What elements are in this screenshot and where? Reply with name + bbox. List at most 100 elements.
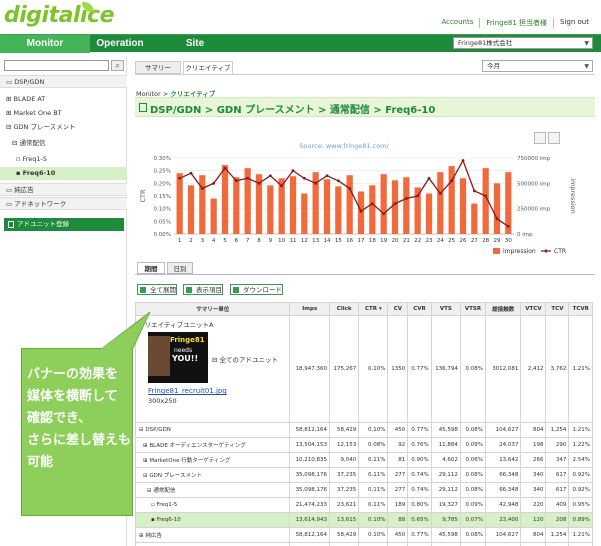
column-header[interactable]: TCV bbox=[545, 302, 570, 316]
callout-line: 確認でき、 bbox=[27, 411, 92, 426]
y-tick-label: 0.15% bbox=[154, 194, 171, 200]
table-cell: 23,400 bbox=[484, 512, 522, 528]
accounts-link[interactable]: Accounts bbox=[435, 18, 479, 28]
column-header[interactable]: CV bbox=[387, 302, 409, 316]
ctr-point bbox=[484, 194, 488, 198]
table-row[interactable]: ⊞ アドネットワーク58,812,16458,4290.10%4500.77%4… bbox=[134, 542, 593, 546]
x-tick-label: 26 bbox=[460, 238, 467, 244]
table-cell: 0.06% bbox=[459, 452, 486, 468]
table-row[interactable]: ⊞ MarketOne 行動ターゲティング 10,210,835 9,040 0.11… bbox=[134, 452, 593, 468]
column-header[interactable]: CVR bbox=[407, 302, 432, 316]
x-tick-label: 10 bbox=[278, 238, 285, 244]
company-select[interactable]: Fringe81株式会社 ▼ bbox=[453, 37, 593, 49]
table-cell: 804 bbox=[520, 527, 547, 543]
subtab-daily[interactable]: 日別 bbox=[167, 262, 193, 274]
subtab-period[interactable]: 期間 bbox=[137, 262, 165, 274]
user-link[interactable]: Fringe81 担当者様 bbox=[479, 18, 553, 28]
ctr-point bbox=[325, 174, 329, 178]
column-header[interactable]: VTSR bbox=[459, 302, 486, 316]
ctr-point bbox=[472, 189, 476, 193]
columns-button[interactable]: 表示項目 bbox=[183, 284, 223, 295]
impression-bar bbox=[471, 203, 478, 234]
banner-thumbnail[interactable]: Fringe81 needs YOU!! bbox=[148, 332, 208, 383]
table-cell: 0.10% bbox=[358, 422, 389, 438]
nav-tab-site[interactable]: Site bbox=[150, 35, 240, 53]
column-header[interactable]: Click bbox=[329, 302, 360, 316]
table-cell: 3012,081 bbox=[484, 315, 522, 423]
y-tick-label: 0.00% bbox=[154, 232, 171, 238]
tab-summary[interactable]: サマリー bbox=[135, 61, 181, 74]
table-cell: 0.08% bbox=[459, 527, 486, 543]
table-cell: 0.09% bbox=[459, 437, 486, 453]
table-row[interactable]: ⊟ GDN プレースメント 35,098,176 37,235 0.11% 277 0.7… bbox=[134, 467, 593, 483]
x-tick-label: 6 bbox=[235, 238, 239, 244]
table-cell: 42,948 bbox=[484, 497, 522, 513]
search-input[interactable] bbox=[4, 60, 109, 71]
column-header[interactable]: TCVR bbox=[568, 302, 593, 316]
table-cell: 208 bbox=[545, 512, 570, 528]
signout-link[interactable]: Sign out bbox=[553, 18, 595, 28]
sidebar-item-blade[interactable]: ⊞ BLADE AT bbox=[0, 93, 127, 106]
impression-bar bbox=[323, 179, 331, 234]
expand-icon bbox=[140, 287, 146, 293]
ctr-point bbox=[291, 169, 295, 173]
download-label: ダウンロード bbox=[243, 286, 282, 294]
column-header[interactable]: CTR ▾ bbox=[358, 302, 389, 316]
ctr-point bbox=[234, 179, 238, 183]
sidebar-item-adnetwork[interactable]: ▭ アドネットワーク bbox=[0, 197, 127, 210]
x-tick-label: 30 bbox=[505, 238, 512, 244]
table-row[interactable]: ⊟ 通常配信 35,098,176 37,235 0.11% 277 0.74% 29,11… bbox=[134, 482, 593, 498]
column-header[interactable]: サマリー単位 bbox=[134, 302, 291, 316]
search-icon[interactable]: ⌕ bbox=[111, 60, 124, 71]
ctr-point bbox=[450, 179, 454, 183]
row-label[interactable]: ⊟ 全てのアドユニット bbox=[212, 354, 278, 364]
legend-marker-ctr bbox=[544, 249, 548, 253]
sidebar-item-pure-ad[interactable]: ▭ 純広告 bbox=[0, 183, 127, 196]
column-header[interactable]: VTCV bbox=[520, 302, 547, 316]
column-header[interactable]: VTS bbox=[430, 302, 461, 316]
ctr-point bbox=[302, 176, 306, 180]
callout-line: さらに差し替えも bbox=[27, 433, 132, 448]
y-axis-label: CTR bbox=[139, 189, 147, 203]
logo: digitalice bbox=[4, 3, 114, 28]
column-header[interactable]: 総接触数 bbox=[484, 302, 522, 316]
table-cell: 1,254 bbox=[545, 527, 570, 543]
x-tick-label: 13 bbox=[312, 238, 319, 244]
sidebar-item-freq6-10[interactable]: ▪ Freq6-10 bbox=[0, 167, 127, 180]
nav-tab-operation[interactable]: Operation bbox=[90, 35, 150, 53]
sidebar-item-marketone[interactable]: ⊞ Market One BT bbox=[0, 107, 127, 120]
table-row[interactable]: ⊟ DSP/GDN 58,812,164 58,429 0.10% 450 0.77% 45… bbox=[134, 422, 593, 438]
x-tick-label: 3 bbox=[201, 238, 205, 244]
ctr-point bbox=[212, 181, 216, 185]
table-cell: 0.65% bbox=[407, 512, 432, 528]
impression-bar bbox=[493, 183, 501, 234]
table-cell: 1350 bbox=[387, 315, 409, 423]
table-cell: 277 bbox=[387, 482, 409, 498]
column-header[interactable]: Imps bbox=[289, 302, 331, 316]
creative-file-link[interactable]: Fringe81_recruit01.jpg bbox=[148, 387, 227, 395]
table-cell: 9,785 bbox=[430, 512, 461, 528]
y-tick-label: 0.10% bbox=[154, 207, 171, 213]
tab-creative[interactable]: クリエイティブ bbox=[183, 61, 233, 74]
sidebar-item-dsp-gdn[interactable]: ▭ DSP/GDN bbox=[0, 75, 127, 88]
row-label-cell: ⊞ BLADE オーディエンスターゲティング bbox=[134, 437, 291, 453]
banner-text: YOU!! bbox=[172, 354, 199, 363]
sidebar-item-normal[interactable]: ⊟ 通常配信 bbox=[0, 137, 127, 150]
main-panel: サマリー クリエイティブ 今月 ▼ Monitor > クリエイティブ DSP/… bbox=[131, 56, 601, 546]
table-row[interactable]: ⊞ BLADE オーディエンスターゲティング 13,504,153 12,153 0.… bbox=[134, 437, 593, 453]
nav-tab-monitor[interactable]: Monitor bbox=[0, 35, 90, 53]
download-button[interactable]: ダウンロード bbox=[230, 284, 283, 295]
sidebar-item-freq1-5[interactable]: ▫ Freq1-5 bbox=[0, 153, 127, 166]
table-cell: 18,947,360 bbox=[289, 315, 331, 423]
expand-all-button[interactable]: 全て展開 bbox=[137, 284, 177, 295]
table-row[interactable]: クリエイティブユニットA Fringe81 needs YOU!! ⊟ 全てのアドユニッ… bbox=[134, 315, 593, 423]
table-row[interactable]: ▫ Freq1-5 21,474,233 23,621 0.11% 189 0.80% 19… bbox=[134, 497, 593, 513]
chart-source: Source: www.fringe81.com/ bbox=[299, 142, 389, 150]
sidebar-item-gdn-placement[interactable]: ⊟ GDN プレースメント bbox=[0, 121, 127, 134]
period-select[interactable]: 今月 ▼ bbox=[482, 60, 593, 72]
x-tick-label: 11 bbox=[290, 238, 297, 244]
x-tick-label: 19 bbox=[380, 238, 387, 244]
table-row[interactable]: ⊞ 純広告 58,812,164 58,429 0.10% 450 0.77% 45,598… bbox=[134, 527, 593, 543]
register-adunit-button[interactable]: アドユニット登録 bbox=[4, 218, 124, 231]
table-row[interactable]: ▪ Freq6-10 13,614,943 13,615 0.10% 88 0.65% 9,… bbox=[134, 512, 593, 528]
